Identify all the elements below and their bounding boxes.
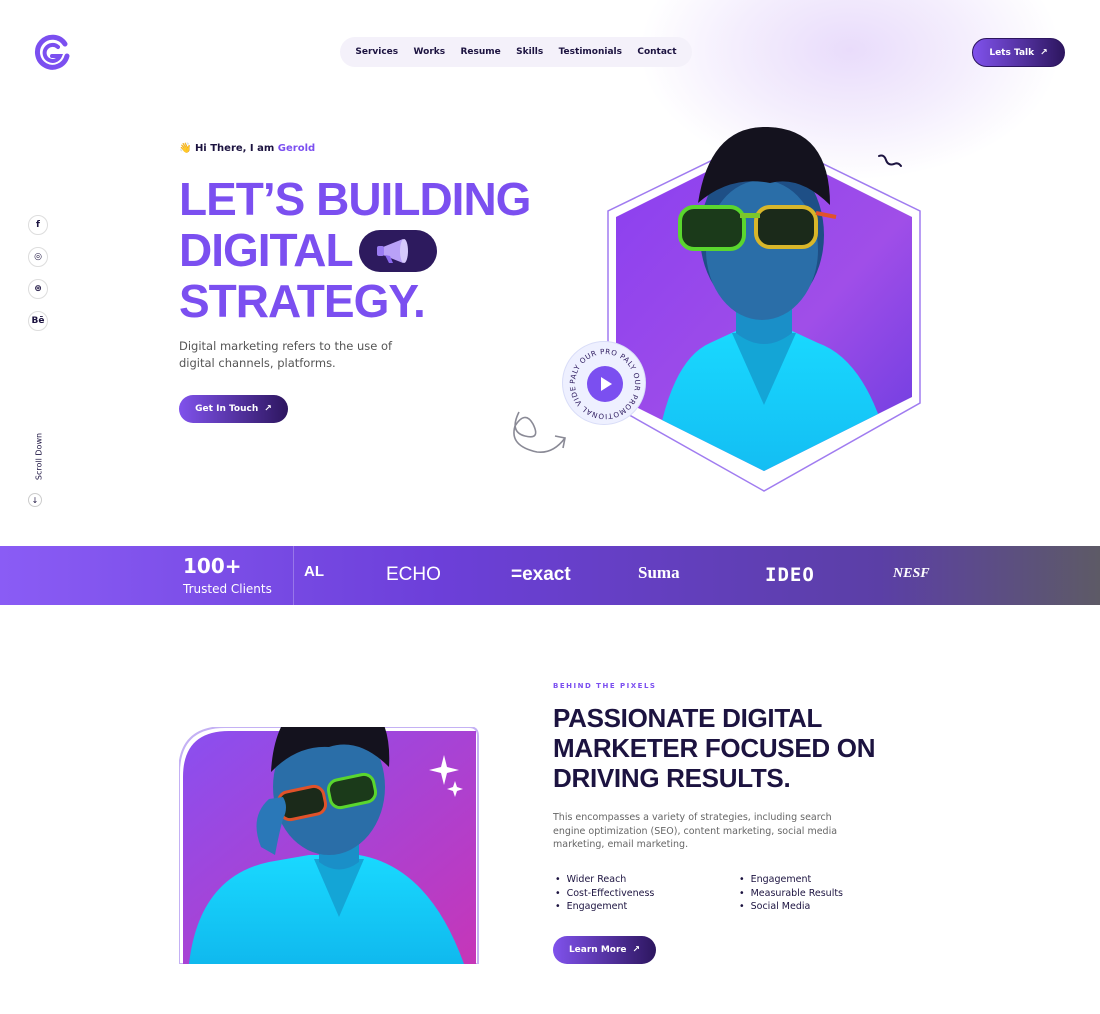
- facebook-icon[interactable]: f: [28, 215, 48, 235]
- arrow-up-right-icon: ↗: [1040, 47, 1048, 58]
- get-in-touch-button[interactable]: Get In Touch ↗: [179, 395, 288, 423]
- about-eyebrow: BEHIND THE PIXELS: [553, 682, 657, 690]
- nav-item-contact[interactable]: Contact: [637, 47, 676, 57]
- lets-talk-button[interactable]: Lets Talk ↗: [972, 38, 1065, 67]
- headline-line-3: STRATEGY.: [179, 275, 426, 327]
- main-nav: Services Works Resume Skills Testimonial…: [340, 37, 692, 67]
- headline-line-1: LET’S BUILDING: [179, 173, 531, 225]
- megaphone-icon: [358, 229, 437, 272]
- decorative-wave-icon: [878, 154, 902, 167]
- promo-video-badge[interactable]: PALY OUR PRO PALY OUR PROMOTIONAL VIDEO: [560, 335, 646, 425]
- brand-logo-suma: Suma: [638, 563, 680, 582]
- about-title-line-3: DRIVING RESULTS.: [553, 763, 791, 793]
- brand-logo-exact: =exact: [511, 564, 571, 585]
- list-item: Engagement: [737, 873, 843, 887]
- headline-line-2: DIGITAL: [179, 224, 354, 276]
- list-item: Measurable Results: [737, 887, 843, 901]
- brand-logo-nesf: NESF: [893, 566, 930, 581]
- dribbble-icon[interactable]: ⊛: [28, 279, 48, 299]
- brand-logo-ideo: IDEO: [765, 564, 815, 586]
- wave-icon: 👋: [179, 143, 192, 154]
- benefits-list-left: Wider Reach Cost-Effectiveness Engagemen…: [553, 873, 655, 914]
- about-title-line-1: PASSIONATE DIGITAL: [553, 703, 823, 733]
- about-portrait: [179, 727, 479, 964]
- benefits-list-right: Engagement Measurable Results Social Med…: [737, 873, 843, 914]
- hero-greeting: 👋 Hi There, I am Gerold: [179, 143, 315, 154]
- social-links: f ◎ ⊛ Bē: [28, 215, 48, 331]
- nav-item-works[interactable]: Works: [414, 47, 446, 57]
- nav-item-skills[interactable]: Skills: [516, 47, 543, 57]
- brand-logo-al: AL: [304, 563, 324, 580]
- about-title-line-2: MARKETER FOCUSED ON: [553, 733, 876, 763]
- hero-headline: LET’S BUILDING DIGITAL STRATEGY.: [179, 173, 531, 327]
- instagram-icon[interactable]: ◎: [28, 247, 48, 267]
- hero-name: Gerold: [277, 143, 316, 154]
- arrow-up-right-icon: ↗: [264, 404, 272, 414]
- nav-item-services[interactable]: Services: [355, 47, 398, 57]
- scroll-down-label: Scroll Down: [34, 432, 44, 481]
- clients-label: Trusted Clients: [183, 582, 272, 596]
- clients-count: 100+: [183, 554, 242, 578]
- nav-item-testimonials[interactable]: Testimonials: [559, 47, 622, 57]
- list-item: Social Media: [737, 900, 843, 914]
- list-item: Engagement: [553, 900, 654, 914]
- hero-description: Digital marketing refers to the use of d…: [179, 339, 393, 370]
- greeting-prefix: Hi There, I am: [194, 143, 278, 154]
- behance-icon[interactable]: Bē: [28, 311, 48, 331]
- lets-talk-label: Lets Talk: [989, 47, 1035, 58]
- list-item: Wider Reach: [553, 873, 654, 887]
- about-description: This encompasses a variety of strategies…: [553, 812, 838, 850]
- scroll-down-icon[interactable]: ↓: [28, 493, 42, 507]
- list-item: Cost-Effectiveness: [553, 887, 655, 901]
- logo[interactable]: [34, 34, 72, 72]
- learn-more-button[interactable]: Learn More ↗: [553, 936, 656, 964]
- about-title: PASSIONATE DIGITAL MARKETER FOCUSED ON D…: [553, 703, 876, 793]
- brand-logo-echo: ECHO: [386, 564, 441, 585]
- nav-item-resume[interactable]: Resume: [460, 47, 500, 57]
- learn-more-label: Learn More: [568, 945, 627, 955]
- strip-divider: [293, 546, 294, 605]
- get-in-touch-label: Get In Touch: [195, 404, 259, 414]
- arrow-up-right-icon: ↗: [632, 945, 641, 955]
